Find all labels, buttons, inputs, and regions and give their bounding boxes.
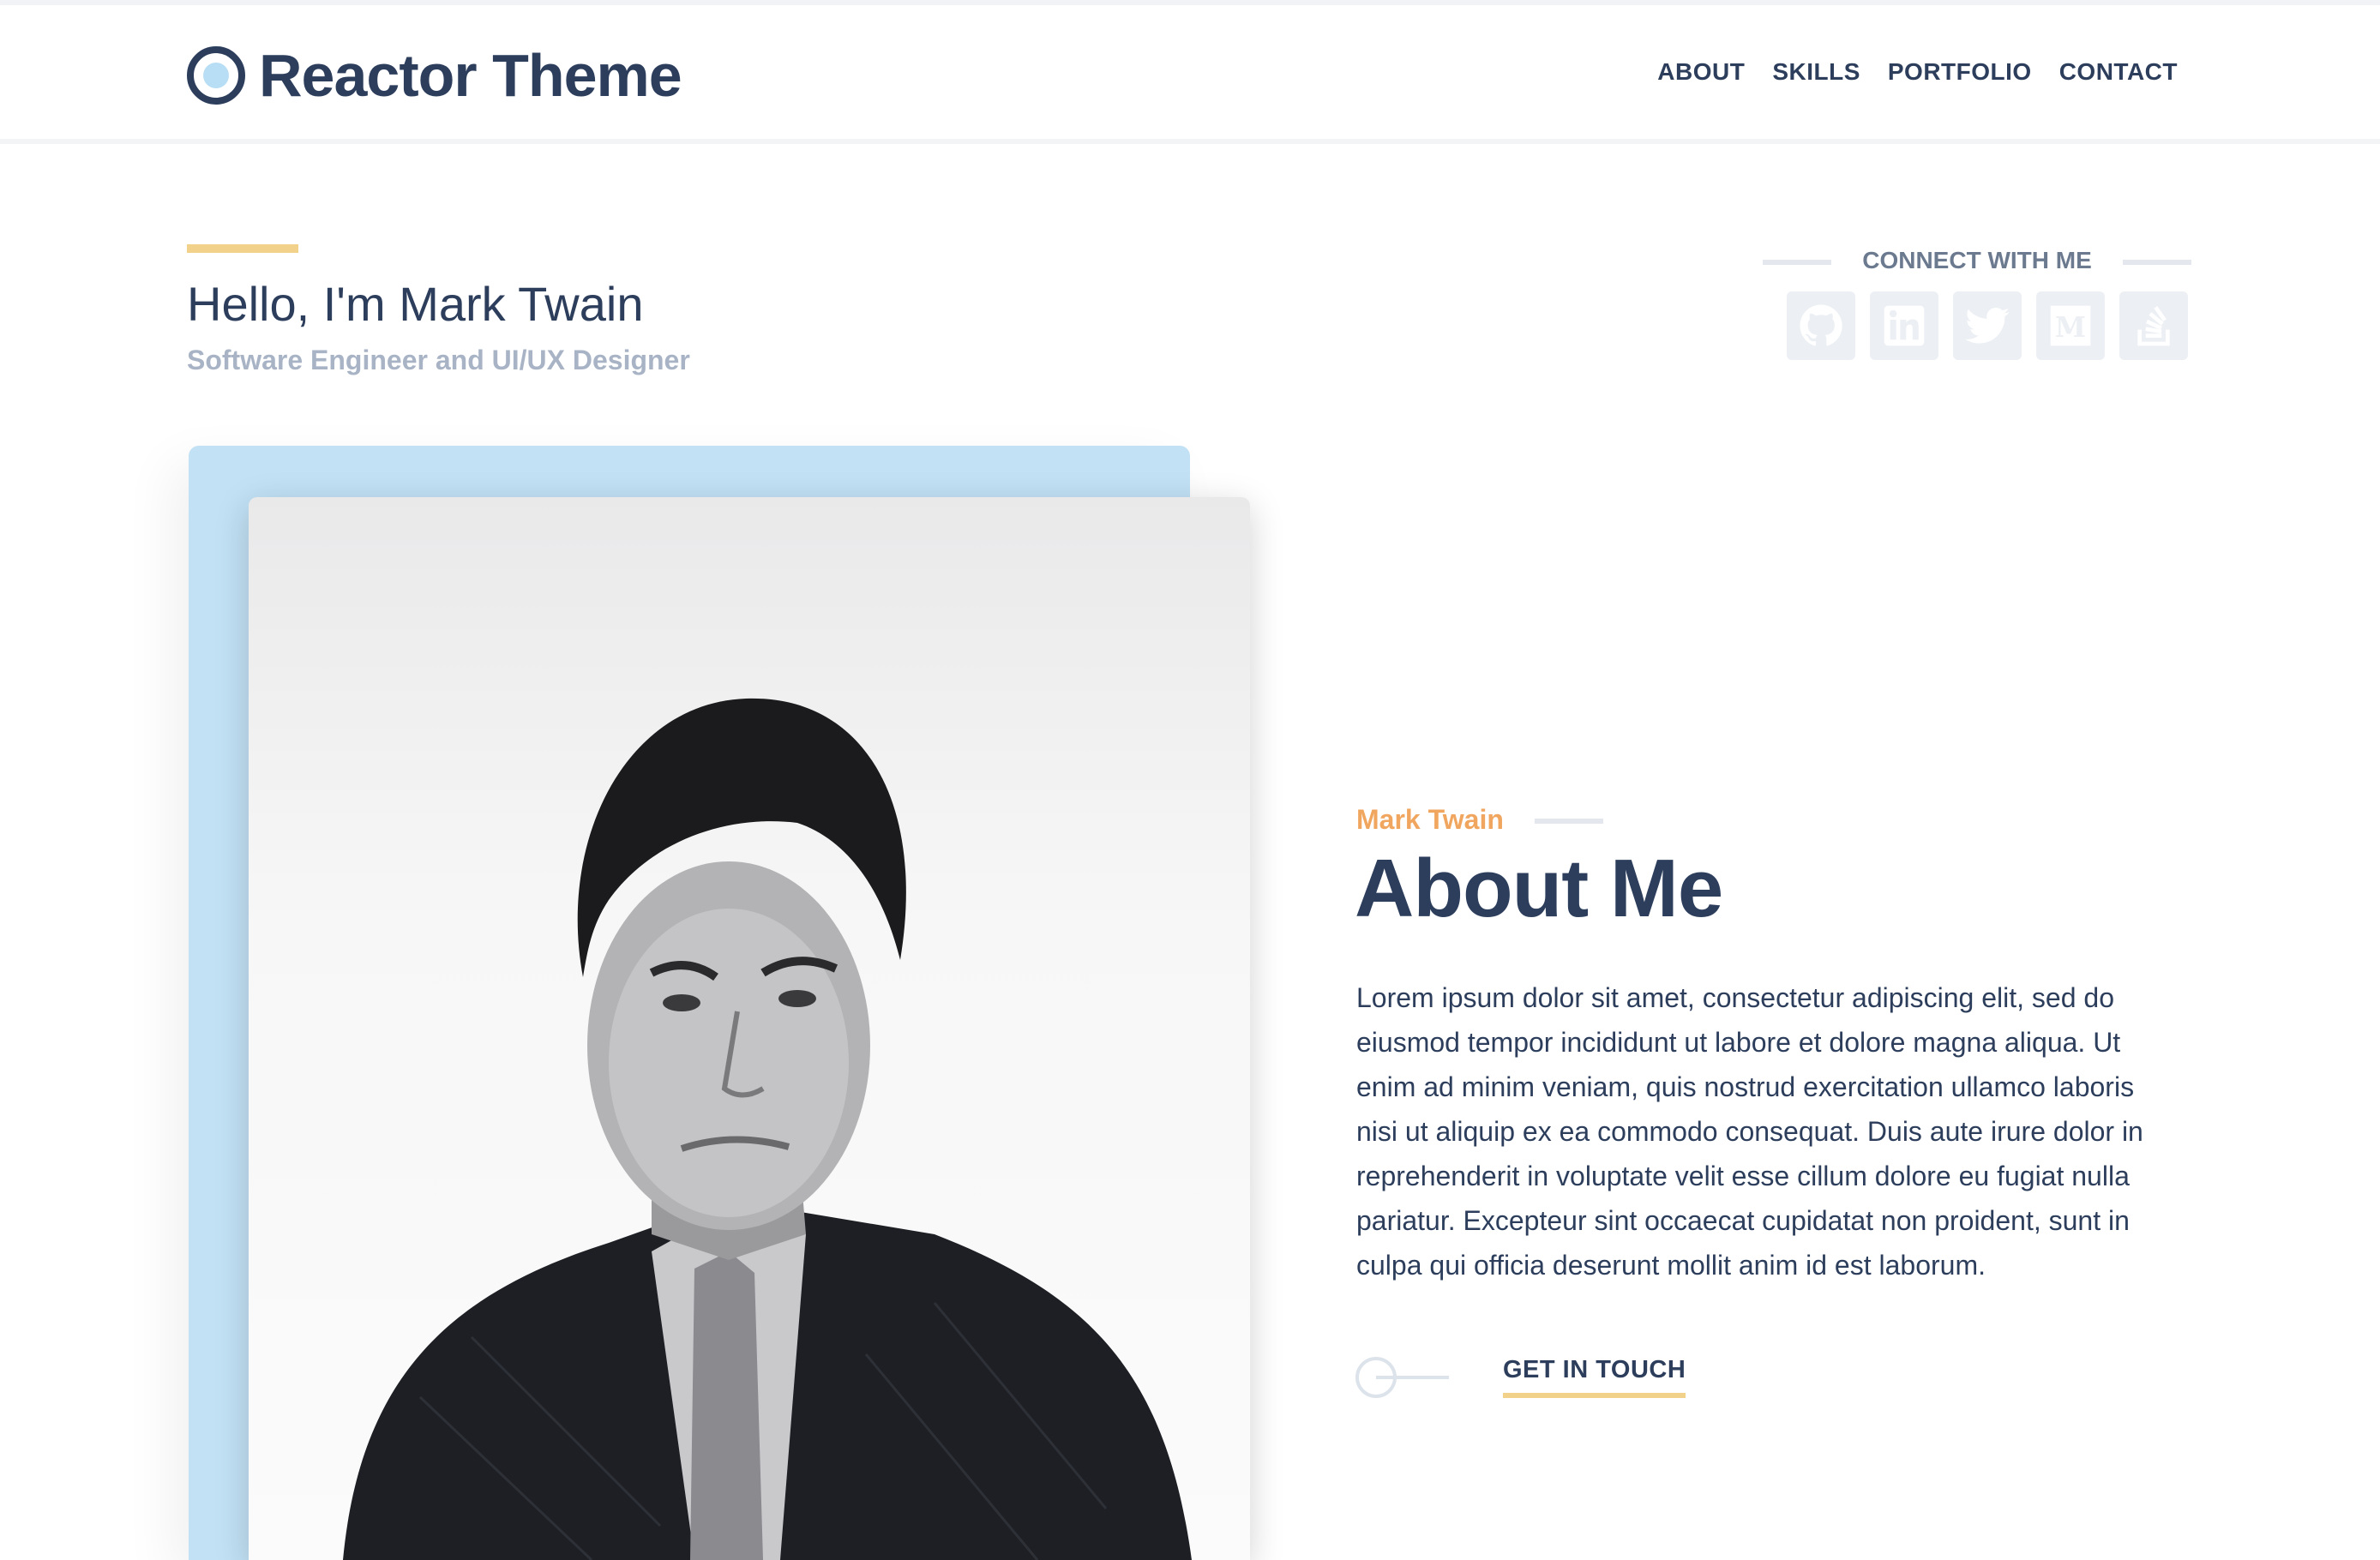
social-links: M (1787, 291, 2188, 360)
circle-line-icon (1355, 1357, 1449, 1398)
main-nav: ABOUT SKILLS PORTFOLIO CONTACT (1657, 58, 2178, 86)
about-kicker: Mark Twain (1356, 804, 1504, 835)
get-in-touch-button[interactable]: GET IN TOUCH (1503, 1356, 1686, 1398)
nav-contact[interactable]: CONTACT (2059, 58, 2178, 86)
logo[interactable]: Reactor Theme (187, 41, 682, 110)
portrait-illustration (343, 698, 1192, 1560)
profile-photo (249, 497, 1250, 1560)
divider (2123, 260, 2191, 265)
medium-icon[interactable]: M (2036, 291, 2105, 360)
connect-heading: CONNECT WITH ME (1763, 245, 2191, 279)
logo-icon (187, 46, 245, 105)
github-icon[interactable] (1787, 291, 1855, 360)
nav-portfolio[interactable]: PORTFOLIO (1888, 58, 2032, 86)
divider (1535, 819, 1603, 824)
stackoverflow-icon[interactable] (2119, 291, 2188, 360)
hero-greeting: Hello, I'm Mark Twain (187, 277, 644, 331)
nav-skills[interactable]: SKILLS (1772, 58, 1860, 86)
about-body: Lorem ipsum dolor sit amet, consectetur … (1356, 982, 2143, 1281)
hero-subtitle: Software Engineer and UI/UX Designer (187, 345, 690, 375)
linkedin-icon[interactable] (1870, 291, 1938, 360)
site-header: Reactor Theme ABOUT SKILLS PORTFOLIO CON… (0, 0, 2380, 139)
logo-text: Reactor Theme (259, 42, 682, 109)
about-title: About Me (1355, 843, 1723, 934)
twitter-icon[interactable] (1953, 291, 2022, 360)
hero-accent-bar (187, 244, 298, 253)
nav-about[interactable]: ABOUT (1657, 58, 1745, 86)
svg-text:M: M (2055, 310, 2086, 344)
